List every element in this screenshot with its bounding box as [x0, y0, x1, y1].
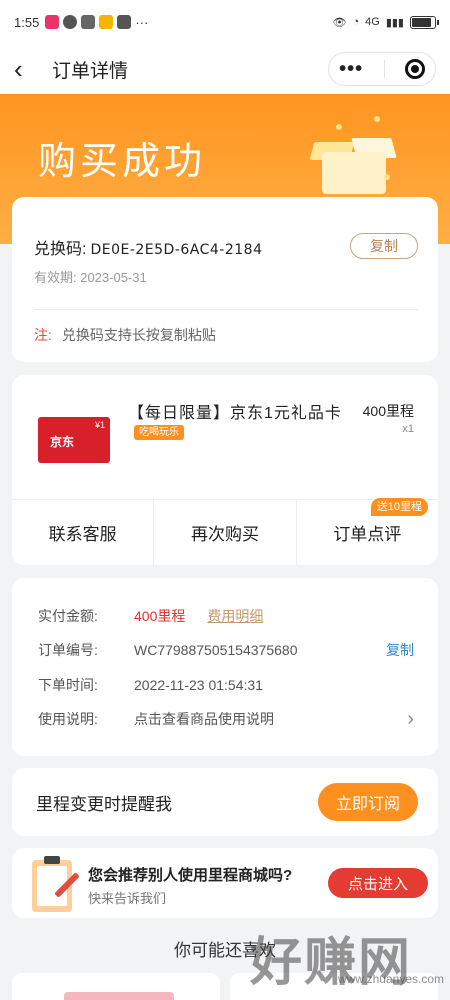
usage-instructions-row[interactable]: 使用说明: 点击查看商品使用说明 ›	[38, 707, 414, 730]
contact-service-label: 联系客服	[48, 525, 117, 544]
network-type: 4G	[365, 16, 380, 28]
copy-code-button[interactable]: 复制	[350, 233, 418, 259]
more-notifications-icon: ···	[135, 14, 149, 30]
redemption-code-value[interactable]: DE0E-2E5D-6AC4-2184	[90, 242, 262, 258]
order-actions: 联系客服 再次购买 订单点评 送10里程	[12, 498, 438, 565]
watermark: 好赚网 www.zhuanyes.com	[250, 920, 450, 1000]
signal-icon: ▮▮▮	[385, 16, 404, 29]
note-prefix: 注:	[34, 327, 52, 343]
redemption-code-label: 兑换码:	[34, 241, 87, 258]
review-order-label: 订单点评	[333, 525, 402, 544]
order-number-value: WC779887505154375680	[134, 642, 298, 658]
app-notification-icon	[45, 15, 60, 29]
status-time: 1:55	[14, 14, 40, 30]
redemption-code-row: 兑换码: DE0E-2E5D-6AC4-2184	[34, 235, 262, 259]
survey-subtitle: 快来告诉我们	[88, 891, 167, 906]
survey-card: 您会推荐别人使用里程商城吗? 快来告诉我们 点击进入	[12, 848, 438, 918]
product-price: 400里程	[362, 403, 414, 419]
clipboard-icon	[28, 854, 80, 914]
validity-date: 有效期: 2023-05-31	[34, 270, 147, 285]
usage-label: 使用说明:	[38, 711, 98, 727]
note-text: 兑换码支持长按复制粘贴	[61, 327, 216, 343]
sparkle-icon	[384, 174, 390, 180]
wifi-icon: ◔	[352, 16, 360, 28]
product-thumbnail	[64, 992, 174, 1000]
paid-amount-value: 400里程	[134, 608, 186, 624]
recommended-product-card[interactable]	[12, 973, 220, 1000]
back-icon[interactable]: ‹	[14, 56, 44, 82]
game-icon	[117, 15, 132, 29]
redemption-code-card: 兑换码: DE0E-2E5D-6AC4-2184 复制 有效期: 2023-05-…	[12, 197, 438, 362]
mileage-reminder-card: 里程变更时提醒我 立即订阅	[12, 768, 438, 836]
product-card: ¥1 京东 【每日限量】京东1元礼品卡 吃喝玩乐 400里程 x1 联系客服 再…	[12, 375, 438, 565]
sparkle-icon	[336, 124, 342, 130]
mail-icon	[99, 15, 114, 29]
product-category-tag: 吃喝玩乐	[134, 425, 184, 440]
paid-amount-label: 实付金额:	[38, 608, 98, 624]
nav-bar: ‹ 订单详情 •••	[0, 44, 450, 94]
order-time-row: 下单时间: 2022-11-23 01:54:31	[38, 675, 414, 695]
page-title: 订单详情	[52, 60, 129, 82]
copy-order-number-button[interactable]: 复制	[386, 640, 414, 660]
product-image[interactable]: ¥1 京东	[38, 417, 110, 463]
status-bar: 1:55 ··· 👁 ◔ 4G ▮▮▮	[0, 0, 450, 44]
chevron-right-icon: ›	[407, 707, 414, 730]
notification-icons: ···	[45, 15, 148, 30]
order-number-label: 订单编号:	[38, 642, 98, 658]
battery-icon	[410, 15, 439, 29]
order-number-row: 订单编号: WC779887505154375680 复制	[38, 640, 414, 660]
code-note: 注: 兑换码支持长按复制粘贴	[34, 325, 216, 345]
product-name[interactable]: 【每日限量】京东1元礼品卡	[128, 399, 342, 423]
miniprogram-capsule: •••	[328, 52, 436, 86]
contact-service-button[interactable]: 联系客服	[12, 500, 155, 565]
usage-link[interactable]: 点击查看商品使用说明	[134, 709, 274, 729]
divider	[34, 309, 418, 310]
eye-icon: 👁	[332, 16, 347, 29]
product-image-value: ¥1	[94, 420, 105, 430]
review-order-button[interactable]: 订单点评 送10里程	[297, 498, 438, 565]
close-miniprogram-icon[interactable]	[404, 59, 425, 79]
enter-survey-button[interactable]: 点击进入	[328, 868, 428, 898]
subscribe-button[interactable]: 立即订阅	[318, 783, 418, 821]
buy-again-label: 再次购买	[190, 525, 259, 544]
order-time-label: 下单时间:	[38, 677, 98, 693]
qq-icon	[63, 15, 78, 29]
jd-logo: 京东	[50, 435, 75, 449]
reminder-text: 里程变更时提醒我	[36, 795, 172, 814]
product-quantity: x1	[402, 423, 414, 435]
sparkle-icon	[374, 116, 380, 122]
paid-amount-row: 实付金额: 400里程 费用明细	[38, 606, 414, 626]
settings-notification-icon	[81, 15, 96, 29]
review-reward-badge: 送10里程	[370, 498, 428, 516]
capsule-divider	[383, 60, 385, 78]
order-time-value: 2022-11-23 01:54:31	[134, 677, 263, 693]
order-info-card: 实付金额: 400里程 费用明细 订单编号: WC779887505154375…	[12, 578, 438, 756]
watermark-url: www.zhuanyes.com	[337, 972, 444, 986]
fee-detail-link[interactable]: 费用明细	[207, 606, 263, 626]
more-menu-icon[interactable]: •••	[339, 58, 363, 81]
gift-box-icon	[309, 132, 397, 196]
success-title: 购买成功	[38, 141, 207, 183]
buy-again-button[interactable]: 再次购买	[154, 500, 297, 565]
survey-title: 您会推荐别人使用里程商城吗?	[88, 867, 293, 884]
